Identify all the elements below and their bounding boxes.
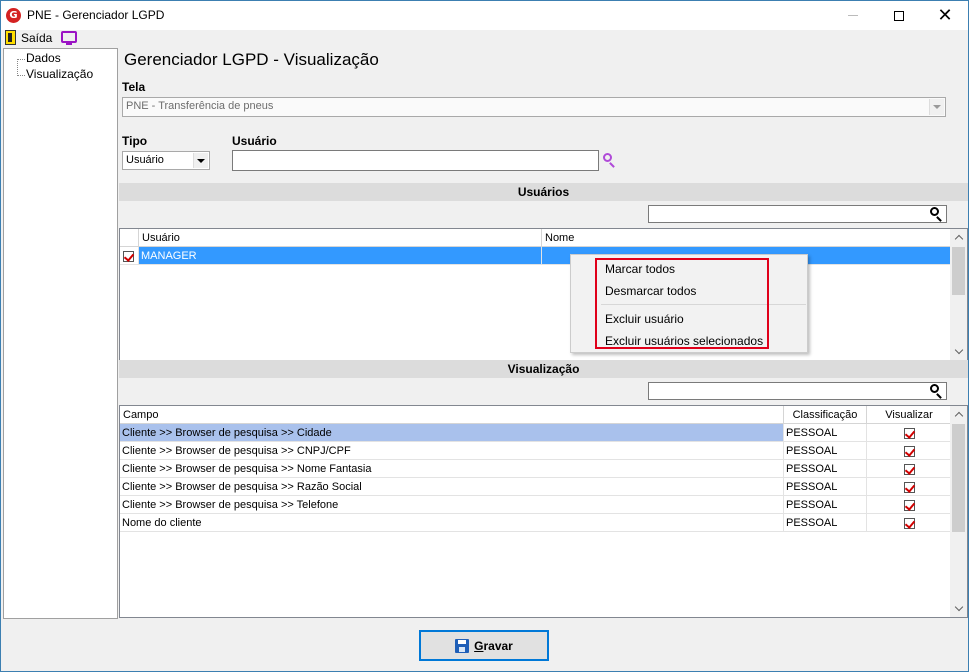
app-window: G PNE - Gerenciador LGPD ✕ Saída Dados V… [0,0,969,672]
cell-visualizar[interactable] [867,496,951,514]
checkbox-checked-icon[interactable] [904,499,915,511]
search-icon[interactable] [603,153,612,162]
chevron-down-icon [929,99,944,115]
checkbox-checked-icon[interactable] [904,445,915,457]
maximize-button[interactable] [876,1,922,30]
scrollbar-thumb[interactable] [952,247,965,295]
cell-classificacao: PESSOAL [784,478,867,496]
tree-connector [17,59,18,76]
usuarios-search-input[interactable] [648,205,947,223]
maximize-icon [894,10,904,21]
close-icon: ✕ [937,4,953,26]
usuarios-grid-header: Usuário Nome [120,229,951,247]
checkbox-checked-icon[interactable] [904,463,915,475]
scroll-up-icon[interactable] [950,406,967,423]
cell-campo: Cliente >> Browser de pesquisa >> Telefo… [120,496,784,514]
toolbar: Saída [1,30,968,47]
sidebar-item-visualizacao[interactable]: Visualização [26,67,93,81]
checkbox-checked-icon[interactable] [904,517,915,529]
monitor-icon[interactable] [61,31,77,45]
table-row[interactable]: MANAGER [120,247,951,265]
table-row[interactable]: Nome do cliente PESSOAL [120,514,951,532]
chevron-down-icon [193,153,208,168]
floppy-disk-icon [455,638,470,653]
cell-campo: Nome do cliente [120,514,784,532]
tree-connector [17,59,25,60]
tree-connector [17,75,25,76]
highlight-annotation [595,258,769,349]
minimize-icon [848,15,858,16]
column-header-campo[interactable]: Campo [120,406,784,424]
scroll-up-icon[interactable] [950,229,967,246]
column-header-visualizar[interactable]: Visualizar [867,406,951,424]
usuarios-scrollbar[interactable] [950,229,967,360]
context-menu: Marcar todos Desmarcar todos Excluir usu… [570,254,808,353]
save-button[interactable]: Gravar [419,630,549,661]
cell-campo: Cliente >> Browser de pesquisa >> Cidade [120,424,784,442]
visualizacao-scrollbar[interactable] [950,406,967,617]
tipo-select[interactable]: Usuário [122,151,210,170]
cell-visualizar[interactable] [867,478,951,496]
visualizacao-grid: Campo Classificação Visualizar Cliente >… [119,405,968,618]
main-panel: Gerenciador LGPD - Visualização Tela PNE… [119,47,968,627]
window-title: PNE - Gerenciador LGPD [27,8,165,22]
cell-campo: Cliente >> Browser de pesquisa >> Razão … [120,478,784,496]
tela-label: Tela [122,80,146,94]
cell-classificacao: PESSOAL [784,496,867,514]
usuarios-grid: Usuário Nome MANAGER [119,228,968,361]
cell-campo: Cliente >> Browser de pesquisa >> Nome F… [120,460,784,478]
visualizacao-grid-header: Campo Classificação Visualizar [120,406,951,424]
table-row[interactable]: Cliente >> Browser de pesquisa >> Telefo… [120,496,951,514]
cell-visualizar[interactable] [867,514,951,532]
column-header-nome[interactable]: Nome [542,229,951,247]
tela-select[interactable]: PNE - Transferência de pneus [122,97,946,117]
title-bar: G PNE - Gerenciador LGPD ✕ [1,1,968,30]
row-checkbox-cell[interactable] [120,247,139,265]
table-row[interactable]: Cliente >> Browser de pesquisa >> Razão … [120,478,951,496]
save-button-accelerator: G [474,638,484,653]
save-button-label: ravar [483,638,513,653]
app-logo-icon: G [6,8,21,23]
column-header-usuario[interactable]: Usuário [139,229,542,247]
minimize-button[interactable] [830,1,876,30]
cell-visualizar[interactable] [867,442,951,460]
search-icon[interactable] [930,384,939,393]
cell-classificacao: PESSOAL [784,442,867,460]
tipo-select-value: Usuário [126,154,164,166]
column-header-classificacao[interactable]: Classificação [784,406,867,424]
usuario-label: Usuário [232,134,277,148]
search-icon[interactable] [930,207,939,216]
table-row[interactable]: Cliente >> Browser de pesquisa >> Cidade… [120,424,951,442]
door-exit-icon[interactable] [5,30,16,45]
visualizacao-section-header: Visualização [119,360,968,378]
cell-classificacao: PESSOAL [784,514,867,532]
visualizacao-search-input[interactable] [648,382,947,400]
sidebar-item-dados[interactable]: Dados [26,51,61,65]
tela-select-value: PNE - Transferência de pneus [126,100,274,112]
page-title: Gerenciador LGPD - Visualização [124,50,379,69]
checkbox-checked-icon[interactable] [904,481,915,493]
table-row[interactable]: Cliente >> Browser de pesquisa >> Nome F… [120,460,951,478]
tipo-label: Tipo [122,134,148,148]
scrollbar-thumb[interactable] [952,424,965,532]
sidebar-tree: Dados Visualização [3,48,118,619]
cell-classificacao: PESSOAL [784,424,867,442]
scroll-down-icon[interactable] [950,600,967,617]
checkbox-checked-icon[interactable] [904,427,915,439]
usuarios-section-header: Usuários [119,183,968,201]
usuario-input[interactable] [232,150,599,171]
scroll-down-icon[interactable] [950,343,967,360]
cell-visualizar[interactable] [867,424,951,442]
cell-campo: Cliente >> Browser de pesquisa >> CNPJ/C… [120,442,784,460]
checkbox-checked-icon[interactable] [123,250,134,262]
exit-button[interactable]: Saída [21,31,52,45]
close-button[interactable]: ✕ [922,1,968,30]
table-row[interactable]: Cliente >> Browser de pesquisa >> CNPJ/C… [120,442,951,460]
column-header-check [120,229,139,247]
cell-visualizar[interactable] [867,460,951,478]
cell-usuario: MANAGER [139,247,542,265]
cell-classificacao: PESSOAL [784,460,867,478]
